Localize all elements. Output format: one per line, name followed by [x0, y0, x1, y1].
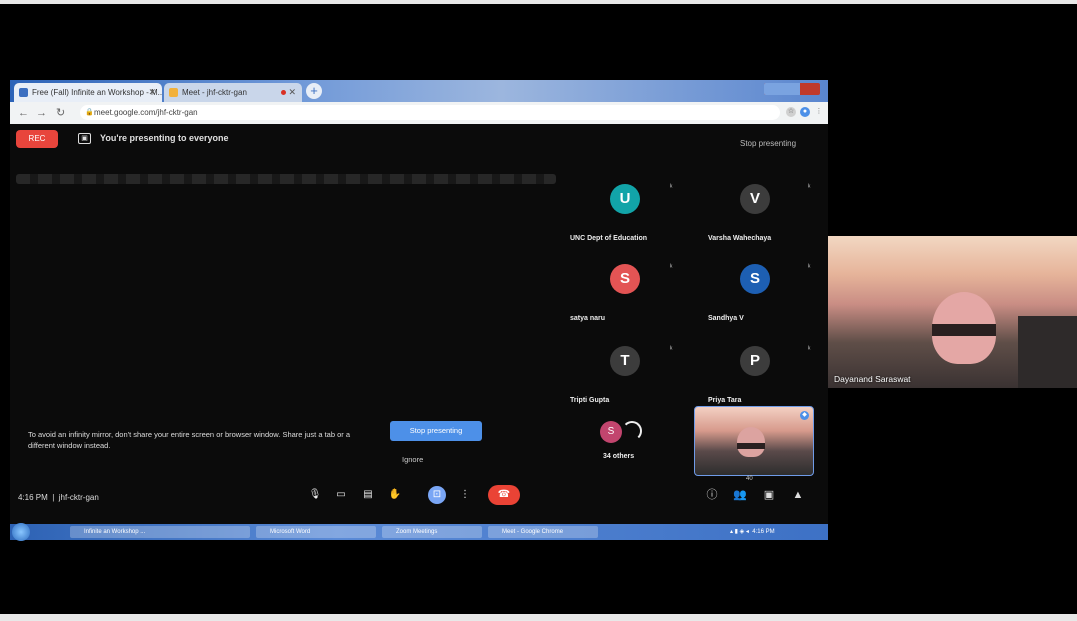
pin-icon[interactable]: ◆ — [800, 411, 809, 420]
browser-tab-active[interactable]: Free (Fall) Infinite an Workshop - M... … — [14, 83, 162, 102]
participant-tile[interactable]: U ᵏ UNC Dept of Education — [570, 184, 700, 242]
recording-badge: REC — [16, 130, 58, 148]
self-view-person — [737, 427, 765, 457]
participant-tile[interactable]: V ᵏ Varsha Wahechaya — [700, 184, 830, 242]
recording-dot-icon — [281, 90, 286, 95]
star-icon[interactable]: ☆ — [786, 107, 796, 117]
meeting-time: 4:16 PM — [18, 493, 48, 502]
camera-icon[interactable]: ▭ — [332, 486, 350, 504]
taskbar-item[interactable]: Infinite an Workshop ... — [70, 526, 250, 538]
participant-name: UNC Dept of Education — [570, 235, 647, 242]
mic-off-icon: ᵏ — [670, 184, 673, 191]
participant-name: Priya Tara — [708, 397, 742, 404]
new-tab-button[interactable]: + — [306, 83, 322, 99]
taskbar-clock: 4:16 PM — [752, 529, 775, 535]
reload-icon[interactable]: ↻ — [56, 106, 65, 120]
others-avatar: S — [600, 421, 622, 443]
leave-call-button[interactable]: ☎ — [488, 485, 520, 505]
network-icon: ▴ ▮ ◈ ◂ — [730, 529, 749, 535]
meeting-code: jhf-cktr-gan — [58, 493, 99, 502]
tab-favicon-icon — [19, 88, 28, 97]
close-tab-icon[interactable]: ✕ — [288, 83, 296, 102]
rec-label: REC — [28, 134, 46, 143]
present-now-icon[interactable]: ⊡ — [428, 486, 446, 504]
stop-presenting-link[interactable]: Stop presenting — [740, 139, 796, 148]
webcam-glasses — [932, 324, 996, 336]
webcam-video[interactable]: Dayanand Saraswat — [828, 236, 1077, 388]
others-tile[interactable]: S 34 others — [600, 417, 660, 467]
blurred-shared-content — [16, 174, 556, 184]
activities-icon[interactable]: ▲ — [789, 486, 807, 504]
taskbar-item[interactable]: Meet - Google Chrome — [488, 526, 598, 538]
tab-label: Meet - jhf-cktr-gan — [182, 88, 247, 97]
self-view-glasses — [737, 443, 765, 449]
participant-tile[interactable]: S ᵏ satya naru — [570, 264, 700, 322]
address-bar-row: ← → ↻ 🔒 meet.google.com/jhf-cktr-gan ☆ ●… — [10, 102, 828, 124]
mic-off-icon: ᵏ — [670, 264, 673, 271]
infinity-mirror-message: To avoid an infinity mirror, don't share… — [28, 430, 351, 450]
participant-avatar: U — [610, 184, 640, 214]
meeting-info: 4:16 PM | jhf-cktr-gan — [18, 493, 99, 502]
more-options-icon[interactable]: ⋮ — [456, 486, 474, 504]
page-bottom-border — [0, 614, 1077, 621]
chat-icon[interactable]: ▣ — [760, 486, 778, 504]
taskbar-item[interactable]: Microsoft Word — [256, 526, 376, 538]
browser-tab-meet[interactable]: Meet - jhf-cktr-gan ✕ — [164, 83, 302, 102]
participant-avatar: V — [740, 184, 770, 214]
participant-avatar: S — [610, 264, 640, 294]
participant-name: Varsha Wahechaya — [708, 235, 772, 242]
url-field[interactable]: 🔒 meet.google.com/jhf-cktr-gan — [80, 105, 780, 120]
mic-off-icon: ᵏ — [808, 346, 811, 353]
window-controls[interactable] — [764, 83, 820, 95]
meet-window: REC ▣ You're presenting to everyone Stop… — [10, 124, 828, 524]
stop-presenting-button[interactable]: Stop presenting — [390, 421, 482, 441]
participant-name: satya naru — [570, 315, 606, 322]
taskbar-item[interactable]: Zoom Meetings — [382, 526, 482, 538]
participant-tile[interactable]: S ᵏ Sandhya V — [700, 264, 830, 322]
menu-kebab-icon[interactable]: ⋮ — [814, 107, 824, 117]
browser-tab-bar: Free (Fall) Infinite an Workshop - M... … — [10, 80, 828, 102]
profile-icon[interactable]: ● — [800, 107, 810, 117]
participant-tile[interactable]: T ᵏ Tripti Gupta — [570, 346, 700, 404]
info-icon[interactable]: ⓘ — [703, 486, 721, 504]
others-count: 34 others — [603, 453, 635, 460]
mic-off-icon: ᵏ — [670, 346, 673, 353]
loading-spinner-icon — [622, 421, 642, 441]
tab-label: Free (Fall) Infinite an Workshop - M... — [32, 88, 162, 97]
meet-favicon-icon — [169, 88, 178, 97]
mic-off-icon: ᵏ — [808, 264, 811, 271]
windows-taskbar: Infinite an Workshop ... Microsoft Word … — [10, 523, 828, 541]
start-button-icon[interactable] — [12, 523, 30, 541]
lock-icon: 🔒 — [85, 109, 94, 116]
mic-off-icon: ᵏ — [808, 184, 811, 191]
people-count: 40 — [746, 476, 753, 482]
system-tray[interactable]: ▴ ▮ ◈ ◂ 4:16 PM — [730, 526, 775, 538]
participant-name: Tripti Gupta — [570, 397, 610, 404]
participant-tile[interactable]: P ᵏ Priya Tara — [700, 346, 830, 404]
webcam-participant-name: Dayanand Saraswat — [834, 374, 911, 384]
close-tab-icon[interactable]: ✕ — [148, 83, 156, 102]
participant-avatar: T — [610, 346, 640, 376]
self-view-video[interactable]: ◆ — [694, 406, 814, 476]
back-icon[interactable]: ← — [18, 106, 29, 120]
presenting-icon: ▣ — [78, 133, 91, 144]
ignore-button[interactable]: Ignore — [402, 455, 423, 464]
screen-photo: Free (Fall) Infinite an Workshop - M... … — [10, 80, 828, 541]
url-text: meet.google.com/jhf-cktr-gan — [94, 108, 198, 117]
meeting-info-separator: | — [52, 493, 55, 502]
microphone-icon[interactable]: 🎙 — [306, 486, 324, 504]
participant-avatar: P — [740, 346, 770, 376]
forward-icon[interactable]: → — [36, 106, 47, 120]
people-icon[interactable]: 👥 — [731, 486, 749, 504]
raise-hand-icon[interactable]: ✋ — [386, 486, 404, 504]
presenting-status-text: You're presenting to everyone — [100, 133, 229, 143]
page-top-border — [0, 0, 1077, 4]
participant-avatar: S — [740, 264, 770, 294]
captions-icon[interactable]: ▤ — [359, 486, 377, 504]
participant-name: Sandhya V — [708, 315, 744, 322]
webcam-background-shadow — [1018, 316, 1077, 388]
